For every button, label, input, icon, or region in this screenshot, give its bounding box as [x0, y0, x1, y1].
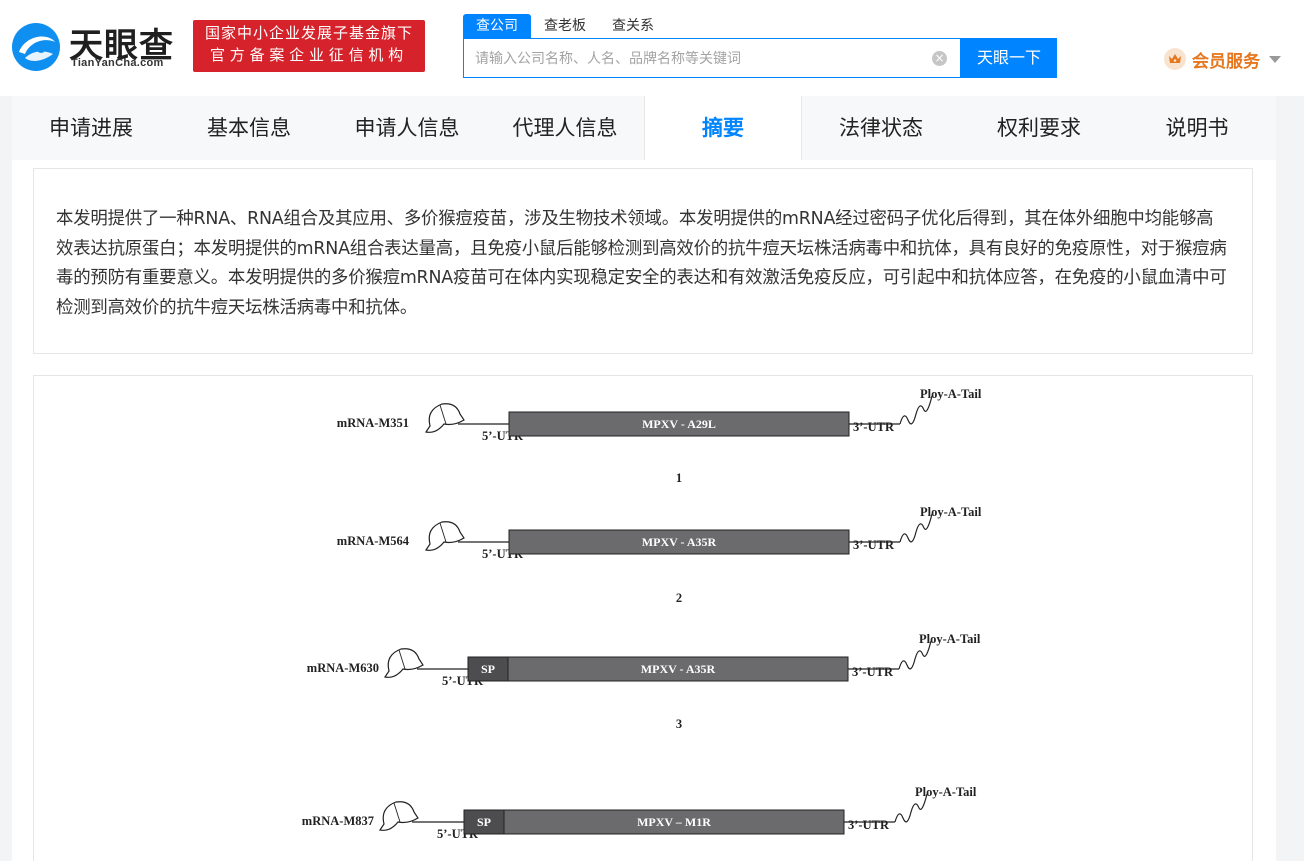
patent-nav-tabs: 申请进展 基本信息 申请人信息 代理人信息 摘要 法律状态 权利要求 说明书 [12, 96, 1276, 160]
mrna-construct-diagram: mRNA-M3515’-UTRMPXV - A29L 3’-UTRPloy-A-T… [302, 387, 982, 841]
figure-number-label: 3 [676, 717, 682, 731]
search-box: × [463, 38, 961, 78]
signal-peptide-label: SP [481, 662, 495, 676]
tab-search-boss[interactable]: 查老板 [531, 14, 599, 38]
tab-application-progress[interactable]: 申请进展 [12, 96, 170, 160]
utr3-label: 3’-UTR [853, 420, 895, 434]
tab-search-relation[interactable]: 查关系 [599, 14, 667, 38]
tab-description[interactable]: 说明书 [1118, 96, 1276, 160]
figure-number-label: 2 [676, 591, 682, 605]
tab-search-company[interactable]: 查公司 [463, 14, 531, 38]
tab-abstract[interactable]: 摘要 [644, 96, 802, 160]
tab-applicant-info[interactable]: 申请人信息 [328, 96, 486, 160]
badge-line-1: 国家中小企业发展子基金旗下 [204, 25, 413, 42]
utr3-label: 3’-UTR [848, 818, 890, 832]
cap-icon [425, 403, 465, 433]
construct-name-label: mRNA-M564 [337, 534, 410, 548]
construct-name-label: mRNA-M351 [337, 416, 409, 430]
badge-line-2: 官方备案企业征信机构 [209, 47, 408, 64]
tab-claims[interactable]: 权利要求 [960, 96, 1118, 160]
clear-icon[interactable]: × [932, 51, 947, 66]
top-header: 天眼查 TianYanCha.com 国家中小企业发展子基金旗下 官方备案企业征… [0, 0, 1304, 96]
member-service-label: 会员服务 [1192, 51, 1260, 72]
construct-name-label: mRNA-M837 [302, 814, 374, 828]
official-badge: 国家中小企业发展子基金旗下 官方备案企业征信机构 [193, 20, 425, 72]
member-service-menu[interactable]: 会员服务 [1164, 46, 1281, 72]
tab-agent-info[interactable]: 代理人信息 [486, 96, 644, 160]
utr3-label: 3’-UTR [852, 665, 894, 679]
tab-legal-status[interactable]: 法律状态 [802, 96, 960, 160]
abstract-section: 本发明提供了一种RNA、RNA组合及其应用、多价猴痘疫苗，涉及生物技术领域。本发… [33, 168, 1253, 354]
gene-label: MPXV – M1R [637, 815, 711, 829]
figure-number-label: 1 [676, 471, 682, 485]
poly-a-tail-label: Ploy-A-Tail [920, 387, 982, 401]
cap-icon [384, 648, 424, 678]
patent-detail-card: 申请进展 基本信息 申请人信息 代理人信息 摘要 法律状态 权利要求 说明书 本… [12, 96, 1276, 861]
eye-logo-icon [12, 23, 60, 71]
abstract-text: 本发明提供了一种RNA、RNA组合及其应用、多价猴痘疫苗，涉及生物技术领域。本发… [56, 209, 1227, 318]
cap-icon [379, 801, 419, 831]
gene-label: MPXV - A35R [642, 535, 717, 549]
tianyancha-logo[interactable]: 天眼查 TianYanCha.com [11, 20, 183, 74]
search-type-tabs: 查公司 查老板 查关系 [463, 14, 667, 38]
gene-label: MPXV - A29L [642, 417, 716, 431]
logo-text-en: TianYanCha.com [71, 57, 164, 69]
poly-a-tail-label: Ploy-A-Tail [920, 505, 982, 519]
search-button[interactable]: 天眼一下 [961, 38, 1057, 78]
tab-basic-info[interactable]: 基本信息 [170, 96, 328, 160]
abstract-figure: mRNA-M351 5’-UTR MPXV - A29L 3’-UTR Ploy-A-T… [33, 375, 1253, 861]
gene-label: MPXV - A35R [641, 662, 716, 676]
construct-name-label: mRNA-M630 [307, 661, 379, 675]
signal-peptide-label: SP [477, 815, 491, 829]
search-input[interactable] [464, 39, 924, 77]
utr3-label: 3’-UTR [853, 538, 895, 552]
cap-icon [425, 521, 465, 551]
poly-a-tail-label: Ploy-A-Tail [919, 632, 981, 646]
poly-a-tail-label: Ploy-A-Tail [915, 785, 977, 799]
crown-icon [1164, 48, 1186, 70]
chevron-down-icon [1269, 55, 1281, 63]
